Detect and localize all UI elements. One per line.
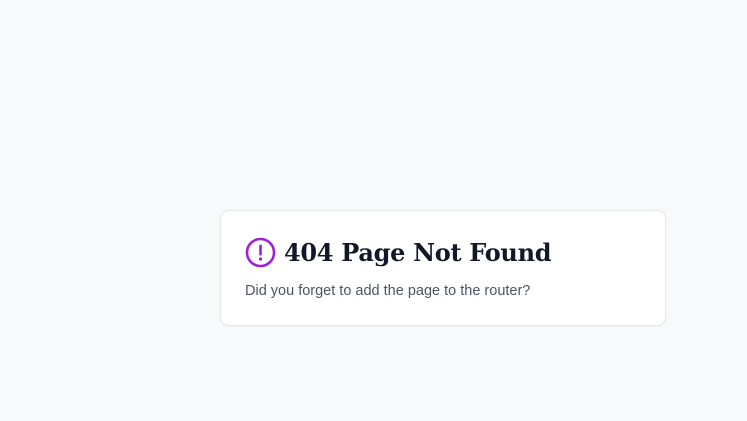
title-row: 404 Page Not Found [245, 235, 641, 269]
alert-circle-icon [245, 237, 276, 268]
error-message: Did you forget to add the page to the ro… [245, 283, 531, 299]
page-title: 404 Page Not Found [284, 237, 552, 267]
not-found-card: 404 Page Not Found Did you forget to add… [220, 210, 666, 326]
page-background: 404 Page Not Found Did you forget to add… [0, 0, 747, 421]
